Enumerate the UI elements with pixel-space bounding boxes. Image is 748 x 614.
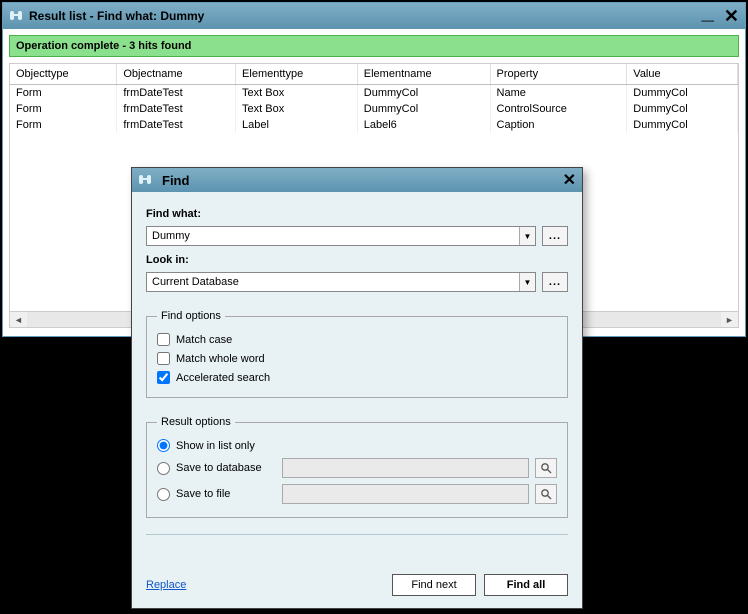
- save-to-database-radio[interactable]: [157, 462, 170, 475]
- cell-elementtype: Text Box: [236, 101, 358, 117]
- match-whole-word-label[interactable]: Match whole word: [176, 353, 265, 365]
- show-in-list-label[interactable]: Show in list only: [176, 440, 255, 452]
- find-all-button[interactable]: Find all: [484, 574, 568, 596]
- match-whole-word-checkbox[interactable]: [157, 352, 170, 365]
- save-to-file-input[interactable]: [282, 484, 529, 504]
- cell-property: ControlSource: [490, 101, 627, 117]
- magnifier-icon: [540, 488, 552, 500]
- binoculars-icon: [9, 9, 23, 23]
- find-what-browse-button[interactable]: ...: [542, 226, 568, 246]
- table-row[interactable]: FormfrmDateTestText BoxDummyColNameDummy…: [10, 85, 738, 102]
- cell-objectname: frmDateTest: [117, 101, 236, 117]
- look-in-label: Look in:: [146, 254, 568, 266]
- find-title: Find: [162, 173, 189, 188]
- cell-value: DummyCol: [627, 117, 738, 133]
- find-what-label: Find what:: [146, 208, 568, 220]
- find-titlebar: Find ✕: [132, 168, 582, 192]
- find-next-button[interactable]: Find next: [392, 574, 476, 596]
- scroll-right-arrow[interactable]: ►: [721, 312, 738, 327]
- close-icon[interactable]: ✕: [563, 170, 576, 190]
- cell-elementname: Label6: [357, 117, 490, 133]
- table-header-row: Objecttype Objectname Elementtype Elemen…: [10, 64, 738, 85]
- cell-value: DummyCol: [627, 101, 738, 117]
- col-objecttype[interactable]: Objecttype: [10, 64, 117, 85]
- table-row[interactable]: FormfrmDateTestText BoxDummyColControlSo…: [10, 101, 738, 117]
- close-button[interactable]: ✕: [724, 6, 739, 27]
- cell-elementname: DummyCol: [357, 101, 490, 117]
- cell-objectname: frmDateTest: [117, 85, 236, 102]
- col-elementname[interactable]: Elementname: [357, 64, 490, 85]
- cell-property: Name: [490, 85, 627, 102]
- col-elementtype[interactable]: Elementtype: [236, 64, 358, 85]
- result-titlebar: Result list - Find what: Dummy _ ✕: [3, 3, 745, 29]
- cell-property: Caption: [490, 117, 627, 133]
- cell-elementname: DummyCol: [357, 85, 490, 102]
- accelerated-search-label[interactable]: Accelerated search: [176, 372, 270, 384]
- match-case-label[interactable]: Match case: [176, 334, 232, 346]
- cell-objectname: frmDateTest: [117, 117, 236, 133]
- find-options-legend: Find options: [157, 310, 225, 322]
- chevron-down-icon[interactable]: ▼: [519, 227, 535, 245]
- save-to-file-radio[interactable]: [157, 488, 170, 501]
- replace-link[interactable]: Replace: [146, 579, 186, 591]
- show-in-list-radio[interactable]: [157, 439, 170, 452]
- magnifier-icon: [540, 462, 552, 474]
- cell-elementtype: Text Box: [236, 85, 358, 102]
- scroll-left-arrow[interactable]: ◄: [10, 312, 27, 327]
- find-what-combo[interactable]: Dummy ▼: [146, 226, 536, 246]
- table-row[interactable]: FormfrmDateTestLabelLabel6CaptionDummyCo…: [10, 117, 738, 133]
- file-browse-button[interactable]: [535, 484, 557, 504]
- save-to-database-input[interactable]: [282, 458, 529, 478]
- look-in-combo[interactable]: Current Database ▼: [146, 272, 536, 292]
- cell-objecttype: Form: [10, 101, 117, 117]
- look-in-value[interactable]: Current Database: [147, 273, 519, 291]
- cell-objecttype: Form: [10, 117, 117, 133]
- results-table: Objecttype Objectname Elementtype Elemen…: [10, 64, 738, 133]
- result-title: Result list - Find what: Dummy: [29, 9, 702, 23]
- binoculars-icon: [138, 173, 152, 187]
- save-to-database-label[interactable]: Save to database: [176, 462, 276, 474]
- status-bar: Operation complete - 3 hits found: [9, 35, 739, 57]
- separator: [146, 534, 568, 535]
- look-in-browse-button[interactable]: ...: [542, 272, 568, 292]
- cell-value: DummyCol: [627, 85, 738, 102]
- match-case-checkbox[interactable]: [157, 333, 170, 346]
- find-options-group: Find options Match case Match whole word…: [146, 310, 568, 398]
- minimize-button[interactable]: _: [702, 0, 714, 25]
- col-objectname[interactable]: Objectname: [117, 64, 236, 85]
- cell-elementtype: Label: [236, 117, 358, 133]
- col-value[interactable]: Value: [627, 64, 738, 85]
- result-options-legend: Result options: [157, 416, 235, 428]
- find-dialog: Find ✕ Find what: Dummy ▼ ... Look in: C…: [131, 167, 583, 609]
- save-to-file-label[interactable]: Save to file: [176, 488, 276, 500]
- database-browse-button[interactable]: [535, 458, 557, 478]
- cell-objecttype: Form: [10, 85, 117, 102]
- col-property[interactable]: Property: [490, 64, 627, 85]
- result-options-group: Result options Show in list only Save to…: [146, 416, 568, 518]
- accelerated-search-checkbox[interactable]: [157, 371, 170, 384]
- find-what-value[interactable]: Dummy: [147, 227, 519, 245]
- chevron-down-icon[interactable]: ▼: [519, 273, 535, 291]
